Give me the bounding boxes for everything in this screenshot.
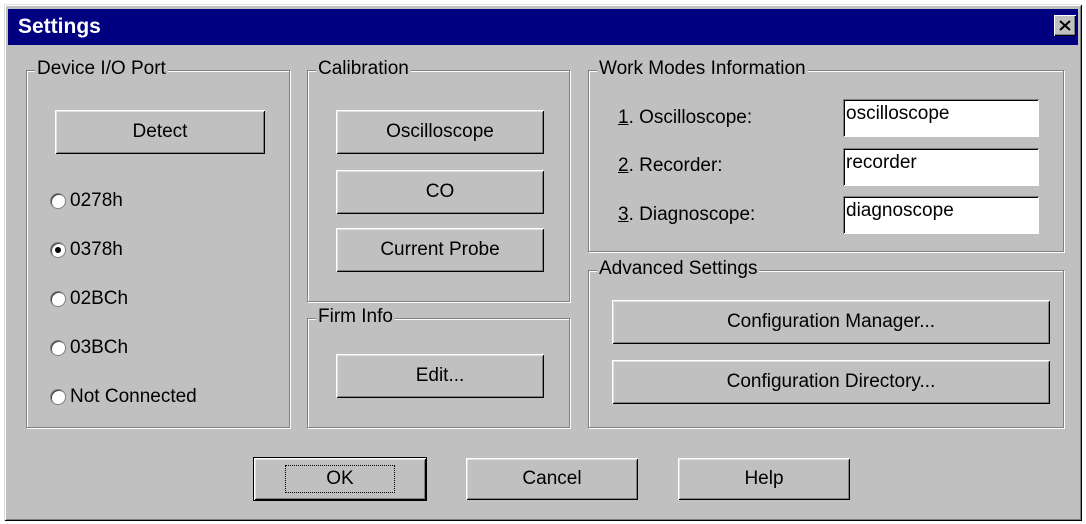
cancel-label: Cancel (522, 468, 582, 489)
current-probe-label: Current Probe (380, 239, 500, 260)
mode-name: . Recorder: (628, 155, 723, 176)
diagnoscope-mode-field[interactable]: diagnoscope (843, 196, 1039, 234)
mode-name: . Diagnoscope: (628, 204, 756, 225)
configuration-directory-button[interactable]: Configuration Directory... (612, 360, 1050, 404)
close-icon (1059, 20, 1071, 31)
help-label: Help (744, 468, 784, 489)
radio-button-icon (50, 291, 66, 307)
mode-number: 1 (618, 107, 629, 128)
edit-label: Edit... (415, 365, 465, 386)
detect-button[interactable]: Detect (55, 110, 265, 154)
port-label: 0378h (70, 239, 123, 260)
configuration-manager-label: Configuration Manager... (726, 311, 936, 332)
port-0378h-radio[interactable]: 0378h (50, 239, 123, 261)
window-title: Settings (18, 15, 101, 38)
mode-2-label: 2. Recorder: (618, 155, 723, 177)
calibrate-current-probe-button[interactable]: Current Probe (336, 228, 544, 272)
port-not-connected-radio[interactable]: Not Connected (50, 386, 197, 408)
oscilloscope-label: Oscilloscope (386, 121, 494, 142)
configuration-directory-label: Configuration Directory... (726, 371, 936, 392)
mode-number: 3 (618, 204, 629, 225)
advanced-settings-group: Advanced Settings (588, 258, 1064, 428)
firm-info-edit-button[interactable]: Edit... (336, 354, 544, 398)
calibrate-co-button[interactable]: CO (336, 170, 544, 214)
port-label: Not Connected (70, 386, 197, 407)
mode-number: 2 (618, 155, 629, 176)
calibration-legend: Calibration (316, 58, 411, 80)
recorder-mode-field[interactable]: recorder (843, 148, 1039, 186)
mode-3-label: 3. Diagnoscope: (618, 204, 755, 226)
close-button[interactable] (1054, 15, 1076, 36)
port-0278h-radio[interactable]: 0278h (50, 190, 123, 212)
ok-label: OK (285, 465, 395, 493)
mode-1-label: 1. Oscilloscope: (618, 107, 752, 129)
device-io-port-legend: Device I/O Port (35, 58, 168, 80)
cancel-button[interactable]: Cancel (466, 458, 638, 500)
help-button[interactable]: Help (678, 458, 850, 500)
port-label: 0278h (70, 190, 123, 211)
work-modes-legend: Work Modes Information (597, 58, 808, 80)
firm-info-legend: Firm Info (316, 306, 395, 328)
mode-name: . Oscilloscope: (628, 107, 753, 128)
radio-button-selected-icon (50, 242, 66, 258)
port-label: 02BCh (70, 288, 129, 309)
detect-label: Detect (132, 121, 188, 142)
oscilloscope-mode-field[interactable]: oscilloscope (843, 99, 1039, 137)
radio-button-icon (50, 193, 66, 209)
port-03bch-radio[interactable]: 03BCh (50, 337, 128, 359)
port-label: 03BCh (70, 337, 129, 358)
configuration-manager-button[interactable]: Configuration Manager... (612, 300, 1050, 344)
calibrate-oscilloscope-button[interactable]: Oscilloscope (336, 110, 544, 154)
title-bar[interactable]: Settings (8, 9, 1078, 45)
co-label: CO (425, 181, 455, 202)
ok-button[interactable]: OK (253, 457, 427, 501)
advanced-settings-legend: Advanced Settings (597, 258, 760, 280)
radio-button-icon (50, 389, 66, 405)
radio-button-icon (50, 340, 66, 356)
port-02bch-radio[interactable]: 02BCh (50, 288, 128, 310)
